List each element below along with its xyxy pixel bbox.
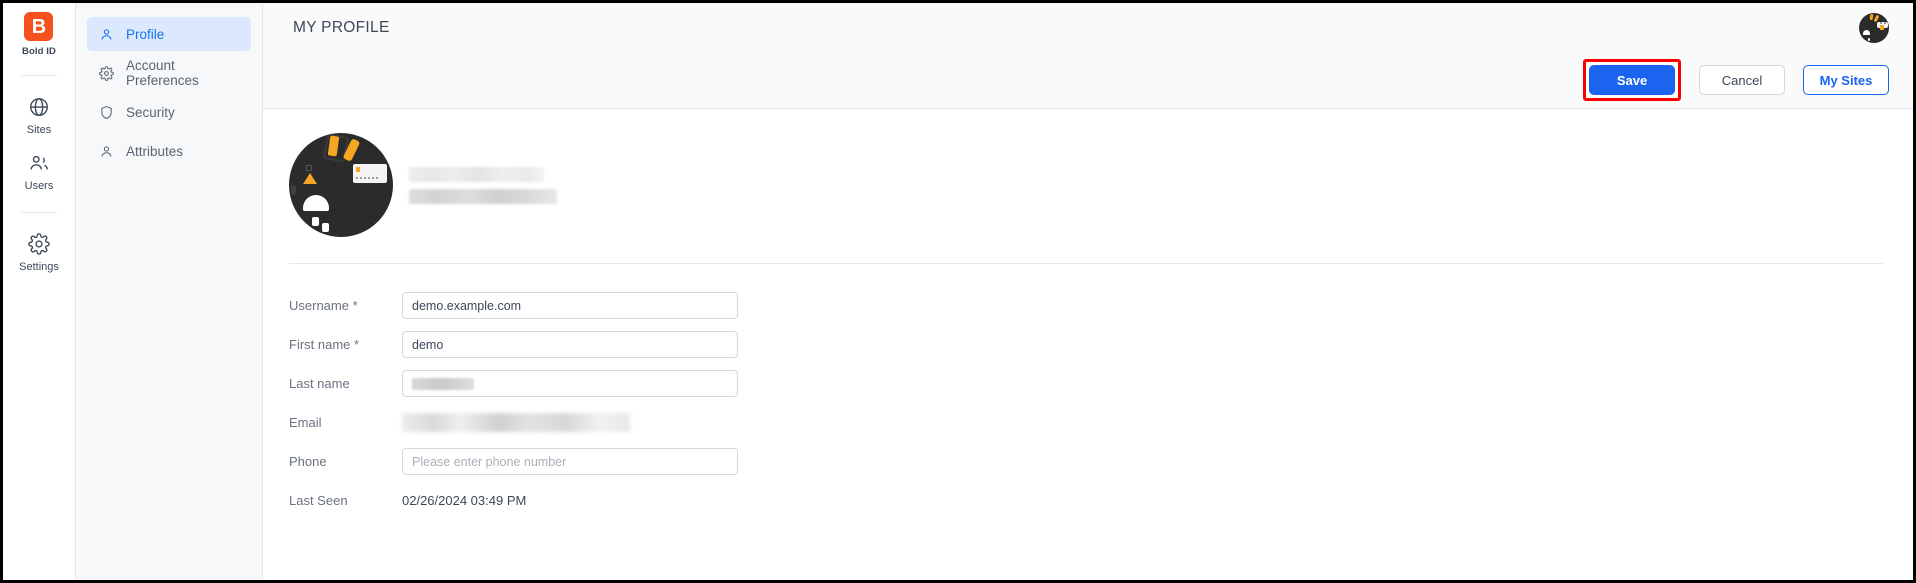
label-username: Username * [289, 298, 358, 313]
avatar-block-b [322, 223, 329, 232]
avatar-accent-b [1873, 14, 1880, 22]
field-row-last-seen: Last Seen 02/26/2024 03:49 PM [289, 481, 1883, 520]
save-button[interactable]: Save [1589, 65, 1675, 95]
avatar[interactable] [1859, 12, 1889, 43]
action-bar: Save Cancel My Sites [263, 52, 1913, 109]
avatar-triangle [303, 173, 317, 184]
sidebar-label-security: Security [126, 104, 175, 120]
sidebar-label-account-preferences: Account Preferences [126, 58, 199, 88]
rail-label-settings: Settings [19, 261, 59, 273]
field-row-phone: Phone Please enter phone number [289, 442, 1883, 481]
profile-content: Username * demo.example.com First name *… [263, 109, 1913, 580]
rail-item-users[interactable]: Users [3, 142, 75, 198]
sidebar-item-profile[interactable]: Profile [87, 17, 251, 51]
profile-form: Username * demo.example.com First name *… [289, 264, 1883, 520]
rail-divider-2 [21, 212, 57, 213]
settings-sidebar: Profile Account Preferences Security Att… [76, 3, 263, 580]
cancel-button[interactable]: Cancel [1699, 65, 1785, 95]
label-last-name: Last name [289, 376, 350, 391]
avatar-dome [303, 195, 329, 211]
rail-label-sites: Sites [26, 124, 52, 136]
rail-label-users: Users [24, 180, 54, 192]
avatar-block-a [312, 217, 319, 226]
rail-item-settings[interactable]: Settings [3, 223, 75, 279]
users-icon [28, 152, 50, 174]
label-phone: Phone [289, 454, 327, 469]
avatar-small-square [306, 165, 312, 171]
bold-id-logo-icon: B [24, 12, 54, 41]
gear-icon [28, 233, 50, 255]
field-row-last-name: Last name [289, 364, 1883, 403]
rail-divider [21, 75, 57, 76]
last-name-redacted-value [412, 377, 474, 390]
avatar-accent-a [1869, 13, 1874, 20]
icon-rail: B Bold ID Sites Users Settings [3, 3, 76, 580]
label-first-name: First name * [289, 337, 360, 352]
sidebar-item-security[interactable]: Security [87, 95, 251, 129]
brand-label: Bold ID [22, 46, 56, 57]
page-title: MY PROFILE [293, 18, 390, 36]
profile-name-redacted-line-1 [409, 166, 544, 182]
avatar-badge [353, 164, 387, 183]
sidebar-label-profile: Profile [126, 26, 165, 42]
rail-item-sites[interactable]: Sites [3, 86, 75, 142]
avatar-dome [1863, 29, 1870, 35]
label-email: Email [289, 415, 322, 430]
field-row-username: Username * demo.example.com [289, 286, 1883, 325]
label-last-seen: Last Seen [289, 493, 348, 508]
sidebar-item-attributes[interactable]: Attributes [87, 134, 251, 168]
last-name-input[interactable] [402, 370, 738, 397]
sidebar-label-attributes: Attributes [126, 143, 184, 159]
person-icon [99, 27, 114, 42]
sidebar-item-account-preferences[interactable]: Account Preferences [87, 56, 251, 90]
email-redacted-value [402, 413, 630, 432]
gear-icon [99, 65, 114, 81]
top-bar: MY PROFILE [263, 3, 1913, 52]
shield-icon [99, 105, 114, 120]
application-window: B Bold ID Sites Users Settings Profile A… [0, 0, 1916, 583]
avatar-edge [291, 185, 296, 195]
profile-header-row [289, 133, 1883, 237]
avatar-badge [1877, 21, 1889, 30]
field-row-first-name: First name * demo [289, 325, 1883, 364]
last-seen-value: 02/26/2024 03:49 PM [402, 493, 527, 508]
person-icon [99, 144, 114, 159]
username-input[interactable]: demo.example.com [402, 292, 738, 319]
profile-avatar[interactable] [289, 133, 393, 237]
first-name-input[interactable]: demo [402, 331, 738, 358]
my-sites-button[interactable]: My Sites [1803, 65, 1889, 95]
save-button-highlight: Save [1583, 59, 1681, 101]
phone-input[interactable]: Please enter phone number [402, 448, 738, 475]
avatar-dot [1868, 37, 1870, 41]
main-panel: MY PROFILE Save Cancel My Sites Username… [263, 3, 1913, 580]
profile-name-block [409, 166, 557, 204]
profile-name-redacted-line-2 [409, 188, 557, 204]
globe-icon [28, 96, 50, 118]
brand-logo[interactable]: B Bold ID [22, 12, 56, 57]
field-row-email: Email [289, 403, 1883, 442]
